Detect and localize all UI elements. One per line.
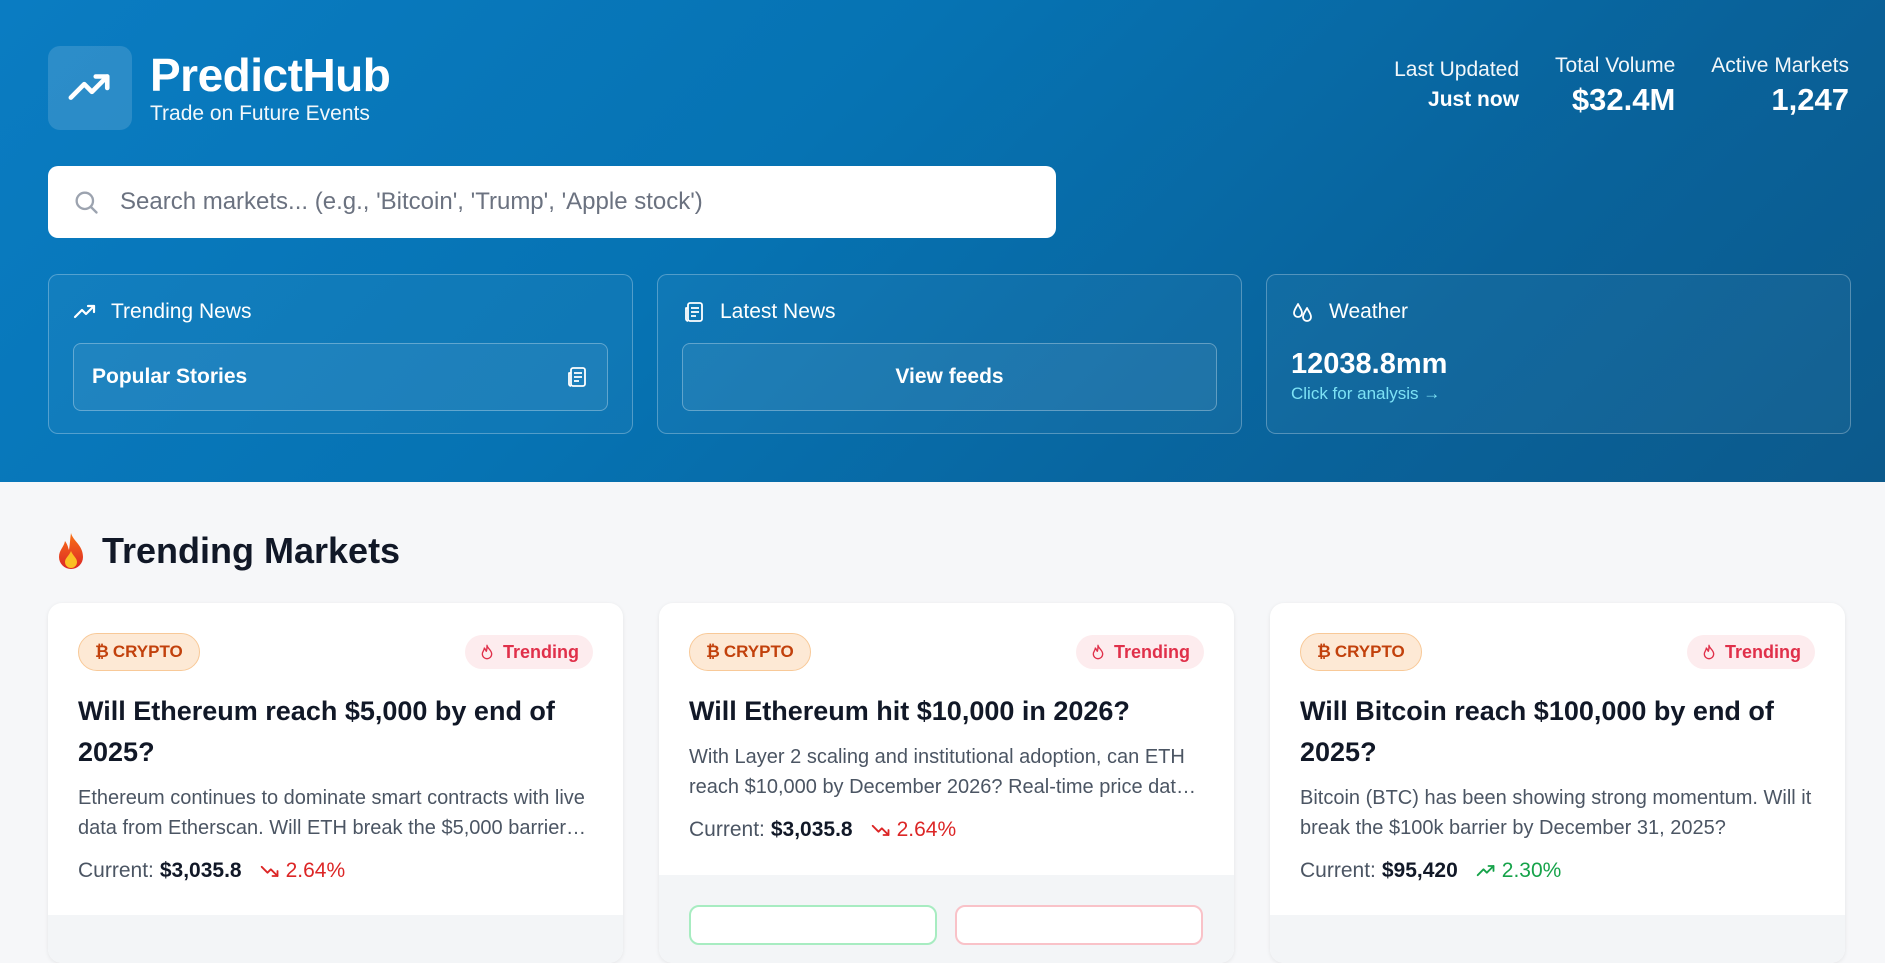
total-volume-label: Total Volume xyxy=(1555,54,1676,77)
market-cards: ₿ CRYPTO Trending Will Ethereum reach $5… xyxy=(48,603,1845,963)
view-feeds-button[interactable]: View feeds xyxy=(682,343,1217,411)
droplets-icon xyxy=(1293,303,1312,322)
last-updated-stat: Last Updated Just now xyxy=(1394,56,1519,120)
weather-title: Weather xyxy=(1329,300,1408,323)
market-title[interactable]: Will Ethereum reach $5,000 by end of 202… xyxy=(78,691,593,773)
weather-panel: Weather 12038.8mm Click for analysis → xyxy=(1266,274,1851,434)
trending-up-logo-icon xyxy=(48,46,132,130)
current-price: $3,035.8 xyxy=(770,818,853,841)
search-bar xyxy=(48,166,1056,238)
price-row: Current: $3,035.8 2.64% xyxy=(689,818,1204,842)
current-price: $3,035.8 xyxy=(159,859,242,882)
price-row: Current: $3,035.8 2.64% xyxy=(78,859,593,883)
popular-stories-button[interactable]: Popular Stories xyxy=(73,343,608,411)
brand-name: PredictHub xyxy=(150,49,391,101)
active-markets-label: Active Markets xyxy=(1711,54,1849,77)
trending-markets-heading: Trending Markets xyxy=(54,530,400,572)
total-volume-stat: Total Volume $32.4M xyxy=(1555,52,1675,120)
trending-label: Trending xyxy=(1114,641,1190,662)
trending-label: Trending xyxy=(1725,641,1801,662)
bitcoin-icon: ₿ xyxy=(706,642,720,661)
category-label: CRYPTO xyxy=(723,642,794,661)
current-label: Current: xyxy=(1300,859,1376,882)
price-change: 2.64% xyxy=(871,818,957,842)
market-card[interactable]: ₿ CRYPTO Trending Will Ethereum reach $5… xyxy=(48,603,623,963)
weather-analysis-link[interactable]: Click for analysis → xyxy=(1291,383,1826,405)
search-input[interactable] xyxy=(120,188,1020,216)
market-description: With Layer 2 scaling and institutional a… xyxy=(689,746,1188,798)
newspaper-icon xyxy=(568,367,586,387)
price-row: Current: $95,420 2.30% xyxy=(1300,859,1815,883)
card-footer xyxy=(48,915,623,963)
header-stats: Last Updated Just now Total Volume $32.4… xyxy=(1394,52,1849,120)
no-button[interactable] xyxy=(955,905,1203,945)
category-badge: ₿ CRYPTO xyxy=(78,633,200,671)
market-description: Ethereum continues to dominate smart con… xyxy=(78,787,585,839)
flame-icon xyxy=(481,644,493,660)
trending-badge: Trending xyxy=(465,635,593,669)
trending-up-icon xyxy=(73,304,96,319)
price-change-value: 2.30% xyxy=(1501,859,1562,882)
last-updated-label: Last Updated xyxy=(1394,58,1520,81)
section-title: Trending Markets xyxy=(102,530,401,571)
flame-icon xyxy=(1092,644,1104,660)
popular-stories-label: Popular Stories xyxy=(92,365,248,388)
info-panels: Trending News Popular Stories Latest New… xyxy=(48,274,1851,434)
yes-button[interactable] xyxy=(689,905,937,945)
category-label: CRYPTO xyxy=(112,642,183,661)
card-footer xyxy=(659,875,1234,963)
price-change-value: 2.64% xyxy=(896,818,957,841)
last-updated-value: Just now xyxy=(1428,88,1520,111)
market-title[interactable]: Will Ethereum hit $10,000 in 2026? xyxy=(689,691,1204,732)
view-feeds-label: View feeds xyxy=(895,365,1004,388)
trending-badge: Trending xyxy=(1076,635,1204,669)
category-label: CRYPTO xyxy=(1334,642,1405,661)
current-label: Current: xyxy=(689,818,765,841)
trending-news-title: Trending News xyxy=(111,300,252,323)
active-markets-value: 1,247 xyxy=(1771,82,1849,117)
card-footer xyxy=(1270,915,1845,963)
current-price: $95,420 xyxy=(1381,859,1458,882)
market-title[interactable]: Will Bitcoin reach $100,000 by end of 20… xyxy=(1300,691,1815,773)
category-badge: ₿ CRYPTO xyxy=(689,633,811,671)
trending-badge: Trending xyxy=(1687,635,1815,669)
current-label: Current: xyxy=(78,859,154,882)
trending-news-panel: Trending News Popular Stories xyxy=(48,274,633,434)
price-change-value: 2.64% xyxy=(285,859,346,882)
category-badge: ₿ CRYPTO xyxy=(1300,633,1422,671)
trending-down-icon xyxy=(871,824,890,836)
hero-header: PredictHub Trade on Future Events Last U… xyxy=(0,0,1885,482)
trending-up-icon xyxy=(1476,865,1495,877)
market-card[interactable]: ₿ CRYPTO Trending Will Ethereum hit $10,… xyxy=(659,603,1234,963)
market-card[interactable]: ₿ CRYPTO Trending Will Bitcoin reach $10… xyxy=(1270,603,1845,963)
latest-news-title: Latest News xyxy=(720,300,836,323)
trending-down-icon xyxy=(260,865,279,877)
fire-icon xyxy=(59,533,83,569)
bitcoin-icon: ₿ xyxy=(1317,642,1331,661)
price-change: 2.64% xyxy=(260,859,346,883)
latest-news-panel: Latest News View feeds xyxy=(657,274,1242,434)
active-markets-stat: Active Markets 1,247 xyxy=(1711,52,1849,120)
weather-value: 12038.8mm xyxy=(1291,348,1448,380)
brand[interactable]: PredictHub Trade on Future Events xyxy=(48,46,391,130)
bitcoin-icon: ₿ xyxy=(95,642,109,661)
market-description: Bitcoin (BTC) has been showing strong mo… xyxy=(1300,787,1812,839)
price-change: 2.30% xyxy=(1476,859,1562,883)
newspaper-icon xyxy=(685,302,703,322)
brand-tagline: Trade on Future Events xyxy=(150,102,370,125)
trending-label: Trending xyxy=(503,641,579,662)
flame-icon xyxy=(1703,644,1715,660)
total-volume-value: $32.4M xyxy=(1571,82,1676,117)
search-icon xyxy=(75,191,98,214)
